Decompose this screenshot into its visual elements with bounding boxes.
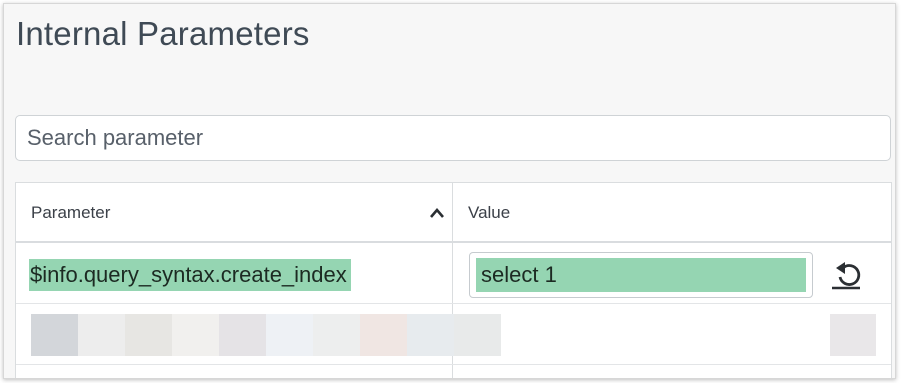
redacted-block	[219, 314, 266, 356]
redacted-block	[313, 314, 360, 356]
redacted-block	[360, 314, 407, 356]
chevron-up-icon[interactable]	[428, 205, 446, 221]
internal-parameters-panel: Internal Parameters Parameter Value $inf…	[3, 3, 896, 379]
table-header: Parameter Value	[16, 183, 891, 243]
table-row: $info.query_syntax.create_index	[16, 243, 891, 304]
redacted-block	[31, 314, 78, 356]
redacted-block	[172, 314, 219, 356]
value-field[interactable]	[469, 252, 813, 298]
parameters-table: Parameter Value $info.query_syntax.creat…	[15, 182, 892, 378]
value-input[interactable]	[476, 258, 806, 292]
redacted-block	[125, 314, 172, 356]
redacted-block	[407, 314, 454, 356]
search-input[interactable]	[15, 115, 891, 161]
parameter-name: $info.query_syntax.create_index	[29, 259, 351, 291]
column-header-parameter[interactable]: Parameter	[31, 203, 110, 223]
page-title: Internal Parameters	[16, 15, 310, 52]
redacted-block	[454, 314, 501, 356]
table-row-redacted	[16, 304, 891, 365]
column-header-value[interactable]: Value	[468, 203, 510, 223]
redacted-block	[266, 314, 313, 356]
redacted-block	[78, 314, 125, 356]
reset-icon[interactable]	[830, 259, 866, 291]
redacted-action	[830, 314, 876, 356]
